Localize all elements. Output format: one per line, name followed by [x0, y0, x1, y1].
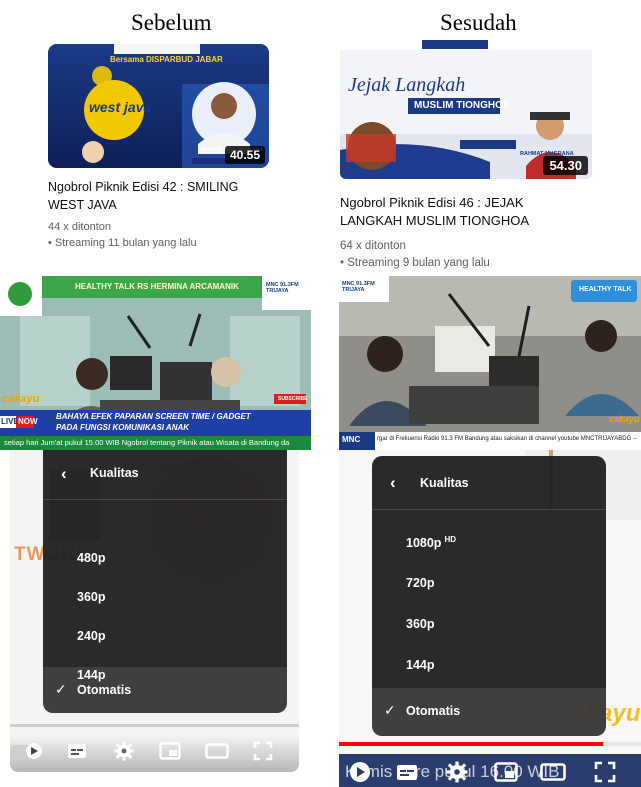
caption-line-1: BAHAYA EFEK PAPARAN SCREEN TIME / GADGET — [56, 412, 251, 421]
fullscreen-icon — [253, 741, 273, 761]
duration-badge: 40.55 — [224, 146, 265, 164]
quality-option-240p[interactable]: 240p — [43, 618, 287, 656]
thumb-script-title: Jejak Langkah — [348, 74, 466, 96]
stream-date-after: • Streaming 9 bulan yang lalu — [340, 257, 490, 269]
play-icon — [350, 762, 370, 782]
quality-option-480p[interactable]: 480p — [43, 540, 287, 578]
play-icon — [10, 743, 42, 759]
duration-badge: 54.30 — [543, 156, 588, 175]
miniplayer-button[interactable] — [493, 760, 519, 784]
heading-before: Sebelum — [131, 10, 212, 35]
quality-option-auto[interactable]: ✓ Otomatis — [372, 688, 606, 736]
hd-badge: HD — [444, 535, 457, 544]
chevron-left-icon[interactable]: ‹ — [61, 464, 67, 484]
thumb-bersama: Bersama DISPARBUD JABAR — [110, 55, 223, 64]
radio-station-logo: MNC 91.3FM TRIJAYA — [342, 281, 375, 293]
quality-menu-after: ‹ Kualitas 1080p HD 720p 360p 144p ✓ Otom… — [372, 456, 606, 736]
radio-frame-before[interactable]: HEALTHY TALK RS HERMINA ARCAMANIK MNC 91… — [0, 276, 311, 450]
subtitles-button[interactable] — [66, 741, 88, 761]
radio-brand: cakayu — [609, 414, 640, 424]
subtitles-button[interactable] — [395, 762, 419, 782]
video-player-before[interactable]: TWORKS ‹ Kualitas 480p 360p 240p 144p ✓ … — [10, 450, 299, 772]
gear-icon — [446, 761, 468, 783]
quality-option-1080p[interactable]: 1080p HD — [372, 524, 606, 562]
radio-frame-after[interactable]: MNC 91.3FM TRIJAYA HEALTHY TALK cakayu M… — [339, 276, 641, 450]
video-player-after[interactable]: cakayu Kamis sore pukul 16.00 WIB ‹ Kual… — [339, 450, 641, 787]
view-count-after: 64 x ditonton — [340, 240, 406, 252]
gear-icon — [114, 741, 134, 761]
thumb-logo-text: west java — [89, 99, 152, 115]
quality-menu-title: Kualitas — [90, 466, 139, 480]
live-label: LIVE — [1, 417, 19, 426]
checkmark-icon: ✓ — [55, 681, 67, 697]
radio-brand: cakayu — [2, 393, 40, 405]
radio-top-label: HEALTHY TALK RS HERMINA ARCAMANIK — [75, 282, 239, 291]
checkmark-icon: ✓ — [384, 702, 396, 718]
theater-mode-button[interactable] — [539, 761, 567, 783]
news-ticker: setiap hari Jum'at pukul 15.00 WIB Ngobr… — [4, 438, 290, 447]
quality-option-auto[interactable]: ✓ Otomatis — [43, 667, 287, 713]
quality-option-144p[interactable]: 144p — [372, 647, 606, 685]
settings-button[interactable] — [113, 740, 135, 762]
studio-art — [339, 276, 641, 450]
miniplayer-icon — [494, 762, 518, 782]
quality-menu-header[interactable]: ‹ Kualitas — [43, 450, 287, 500]
quality-menu-header[interactable]: ‹ Kualitas — [372, 456, 606, 510]
miniplayer-icon — [159, 742, 181, 760]
quality-menu-title: Kualitas — [420, 476, 469, 490]
subtitles-icon — [397, 764, 417, 780]
thumb-banner: MUSLIM TIONGHOA — [414, 100, 511, 111]
quality-option-360p[interactable]: 360p — [43, 579, 287, 617]
theater-mode-button[interactable] — [204, 741, 230, 761]
fullscreen-button[interactable] — [593, 760, 617, 784]
video-thumbnail-after[interactable]: Jejak Langkah MUSLIM TIONGHOA RAHMAT MUG… — [340, 38, 592, 179]
video-title-before[interactable]: Ngobrol Piknik Edisi 42 : SMILING WEST J… — [48, 178, 273, 214]
subtitles-icon — [68, 744, 86, 758]
fullscreen-button[interactable] — [252, 740, 274, 762]
video-thumbnail-before[interactable]: Bersama DISPARBUD JABAR west java ANDRIE… — [48, 44, 269, 168]
radio-station-logo: MNC 91.3FM TRIJAYA — [266, 282, 299, 294]
settings-button[interactable] — [445, 760, 469, 784]
video-title-after[interactable]: Ngobrol Piknik Edisi 46 : JEJAK LANGKAH … — [340, 194, 570, 230]
mnc-logo: MNC — [342, 435, 361, 444]
healthy-talk-badge: HEALTHY TALK — [579, 286, 632, 293]
news-ticker: rgar di Frekuensi Radio 91.3 FM Bandung … — [377, 436, 637, 442]
quality-option-720p[interactable]: 720p — [372, 565, 606, 603]
play-toggle[interactable] — [345, 759, 375, 785]
chevron-left-icon[interactable]: ‹ — [390, 473, 396, 493]
view-count-before: 44 x ditonton — [48, 221, 111, 233]
quality-option-360p[interactable]: 360p — [372, 606, 606, 644]
theater-icon — [205, 743, 229, 759]
miniplayer-button[interactable] — [158, 740, 182, 762]
play-toggle[interactable] — [10, 740, 46, 762]
theater-icon — [540, 763, 566, 781]
caption-line-2: PADA FUNGSI KOMUNIKASI ANAK — [56, 423, 190, 432]
now-label: NOW — [18, 417, 38, 426]
stream-date-before: • Streaming 11 bulan yang lalu — [48, 237, 197, 249]
quality-menu-before: ‹ Kualitas 480p 360p 240p 144p ✓ Otomati… — [43, 450, 287, 713]
subscribe-badge[interactable]: SUBSCRIBE — [278, 396, 307, 402]
fullscreen-icon — [594, 761, 616, 783]
heading-after: Sesudah — [440, 10, 517, 35]
